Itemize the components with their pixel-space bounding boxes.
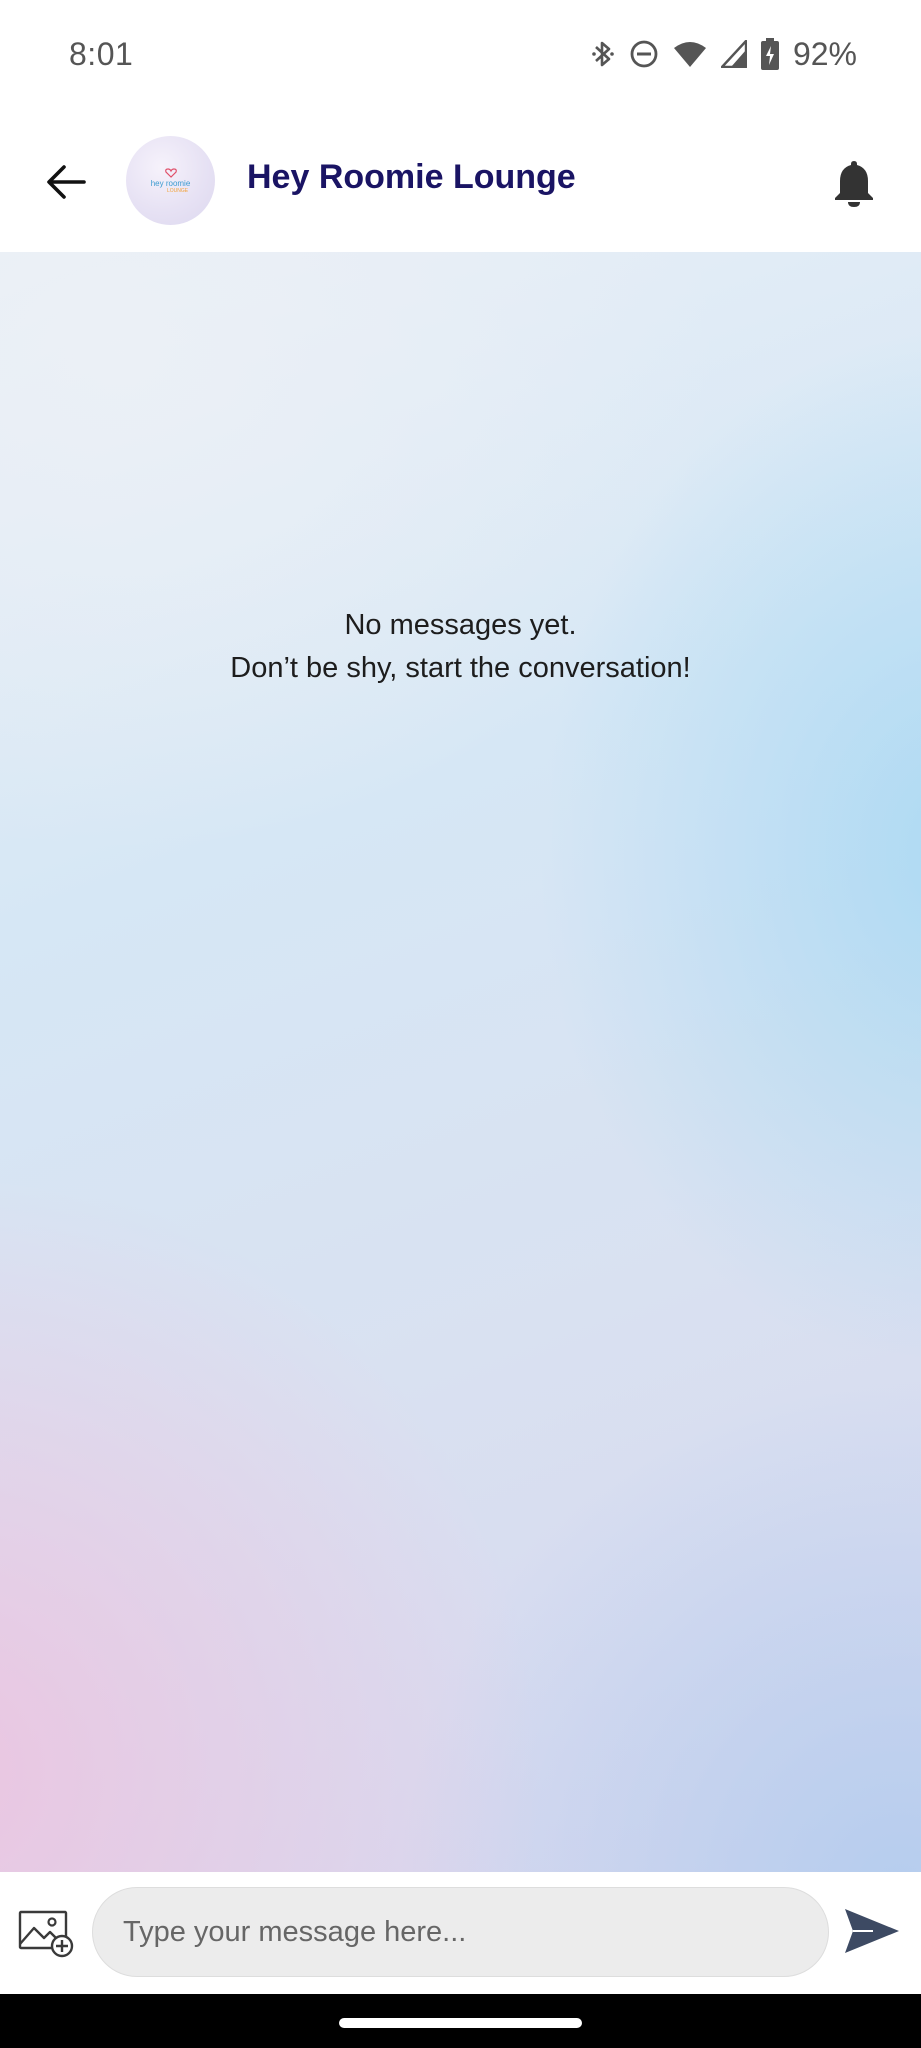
status-time: 8:01	[69, 36, 134, 72]
empty-state-subtitle: Don’t be shy, start the conversation!	[230, 652, 691, 684]
send-icon	[845, 1909, 899, 1953]
do-not-disturb-icon	[629, 39, 659, 69]
send-button[interactable]	[841, 1900, 903, 1962]
notifications-button[interactable]	[829, 156, 879, 210]
avatar-logo-text: hey roomie	[150, 178, 191, 188]
message-list[interactable]: No messages yet. Don’t be shy, start the…	[0, 252, 921, 1872]
battery-charging-icon	[760, 38, 779, 70]
avatar: hey roomie LOUNGE	[126, 136, 215, 225]
status-icons: 92%	[591, 34, 857, 74]
home-gesture-handle[interactable]	[339, 2018, 582, 2028]
heart-logo-icon	[164, 167, 177, 178]
cell-signal-icon	[720, 40, 747, 68]
chat-header: hey roomie LOUNGE Hey Roomie Lounge	[0, 110, 921, 252]
empty-state: No messages yet. Don’t be shy, start the…	[0, 604, 921, 690]
message-input[interactable]	[92, 1887, 829, 1977]
avatar-logo-subtext: LOUNGE	[166, 187, 189, 194]
wifi-icon	[673, 40, 707, 68]
status-bar: 8:01 92%	[0, 0, 921, 110]
page-title: Hey Roomie Lounge	[247, 158, 576, 196]
add-image-icon	[18, 1910, 74, 1958]
attach-image-button[interactable]	[16, 1905, 76, 1961]
arrow-left-icon	[47, 165, 86, 199]
system-nav-bar	[0, 1994, 921, 2048]
chat-screen: 8:01 92% hey roomie LOUNGE Hey Roomie Lo…	[0, 0, 921, 2048]
battery-percent: 92%	[792, 35, 857, 72]
bluetooth-icon	[591, 38, 615, 70]
message-composer	[0, 1872, 921, 1994]
back-button[interactable]	[36, 152, 96, 212]
empty-state-title: No messages yet.	[344, 609, 577, 641]
bell-icon	[835, 161, 873, 207]
